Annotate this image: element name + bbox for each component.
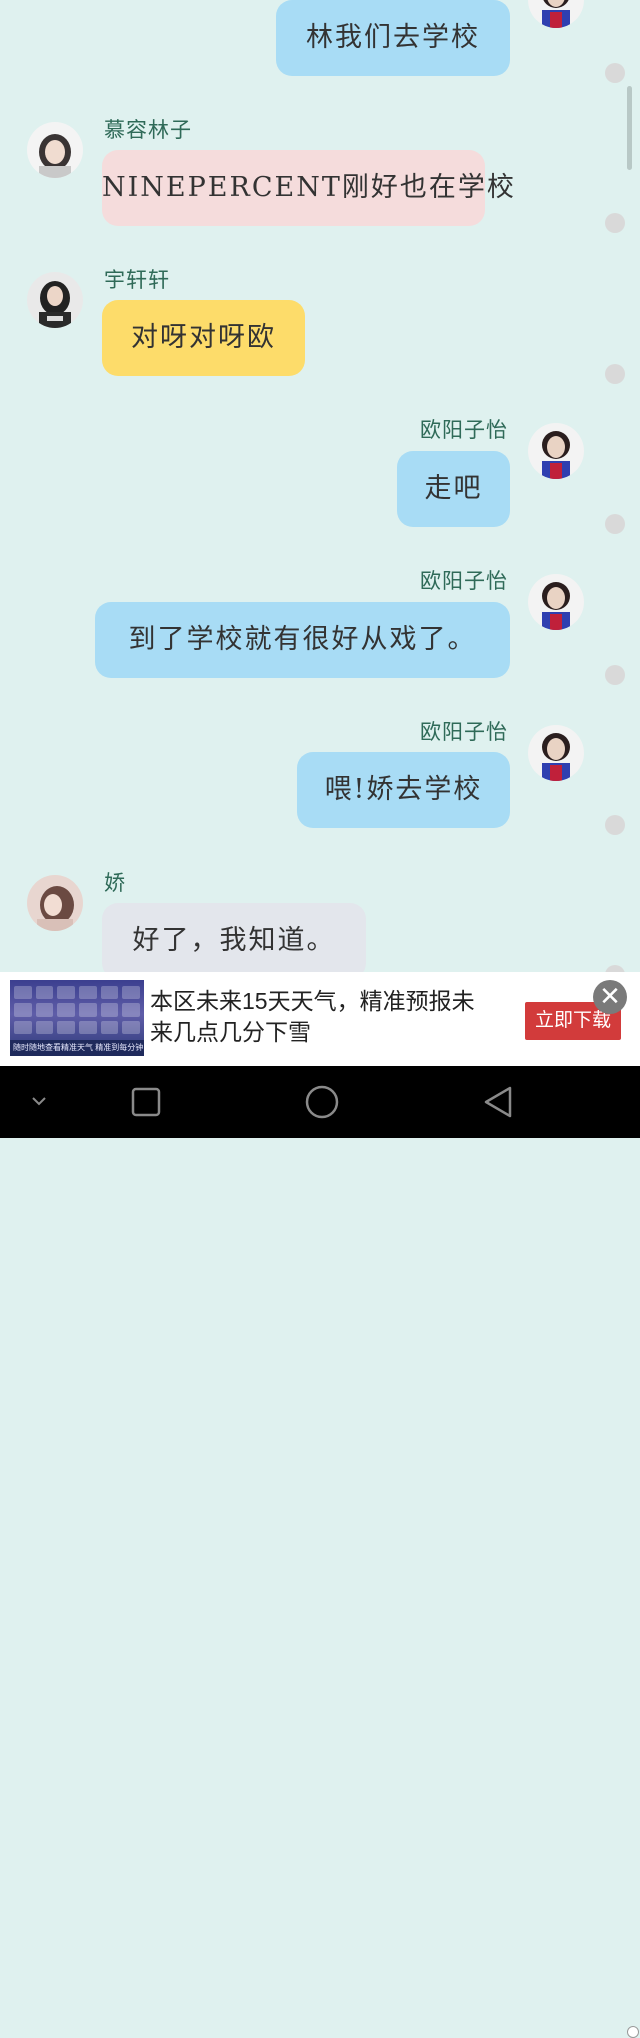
select-indicator[interactable] xyxy=(605,213,625,233)
sender-name: 欧阳子怡 xyxy=(420,569,508,593)
message-bubble[interactable]: NINEPERCENT刚好也在学校 xyxy=(102,150,514,226)
square-icon[interactable] xyxy=(130,1086,162,1122)
close-icon[interactable]: ✕ xyxy=(593,980,627,1014)
message-bubble[interactable]: 走吧 xyxy=(397,451,510,527)
message-bubble[interactable]: 喂!娇去学校 xyxy=(297,752,510,828)
avatar[interactable] xyxy=(528,0,584,28)
avatar[interactable] xyxy=(528,423,584,479)
chat-area[interactable]: 林我们去学校 慕容林子 NINEPERCENT刚好也在学校 宇轩轩 对呀对呀欧 … xyxy=(0,0,640,972)
avatar[interactable] xyxy=(528,725,584,781)
message-bubble[interactable]: 林我们去学校 xyxy=(276,0,510,76)
triangle-back-icon[interactable] xyxy=(482,1085,514,1123)
sender-name: 欧阳子怡 xyxy=(420,720,508,744)
ad-image-caption: 随时随地查看精准天气 精准到每分钟 xyxy=(10,1040,144,1056)
select-indicator[interactable] xyxy=(605,63,625,83)
circle-icon[interactable] xyxy=(304,1084,340,1124)
scrollbar[interactable] xyxy=(627,86,632,170)
chevron-down-icon[interactable] xyxy=(28,1090,50,1116)
sender-name: 娇 xyxy=(104,871,126,895)
select-indicator[interactable] xyxy=(605,965,625,972)
ad-banner[interactable]: 随时随地查看精准天气 精准到每分钟 本区未来15天天气，精准预报未来几点几分下雪… xyxy=(0,972,640,2038)
avatar[interactable] xyxy=(27,875,83,931)
select-indicator[interactable] xyxy=(605,815,625,835)
select-indicator[interactable] xyxy=(605,514,625,534)
avatar[interactable] xyxy=(528,574,584,630)
ad-image-grid xyxy=(14,986,140,1034)
avatar[interactable] xyxy=(27,122,83,178)
avatar[interactable] xyxy=(27,272,83,328)
ad-image[interactable]: 随时随地查看精准天气 精准到每分钟 xyxy=(10,980,144,1056)
sender-name: 欧阳子怡 xyxy=(420,418,508,442)
sender-name: 慕容林子 xyxy=(104,118,192,142)
message-bubble[interactable]: 好了，我知道。 xyxy=(102,903,366,972)
navigation-bar xyxy=(0,1066,640,1138)
ad-info-icon[interactable] xyxy=(627,2026,639,2038)
message-bubble[interactable]: 对呀对呀欧 xyxy=(102,300,305,376)
ad-text[interactable]: 本区未来15天天气，精准预报未来几点几分下雪 xyxy=(150,986,490,1048)
sender-name: 宇轩轩 xyxy=(104,268,170,292)
message-bubble[interactable]: 到了学校就有很好从戏了。 xyxy=(95,602,510,678)
select-indicator[interactable] xyxy=(605,665,625,685)
select-indicator[interactable] xyxy=(605,364,625,384)
